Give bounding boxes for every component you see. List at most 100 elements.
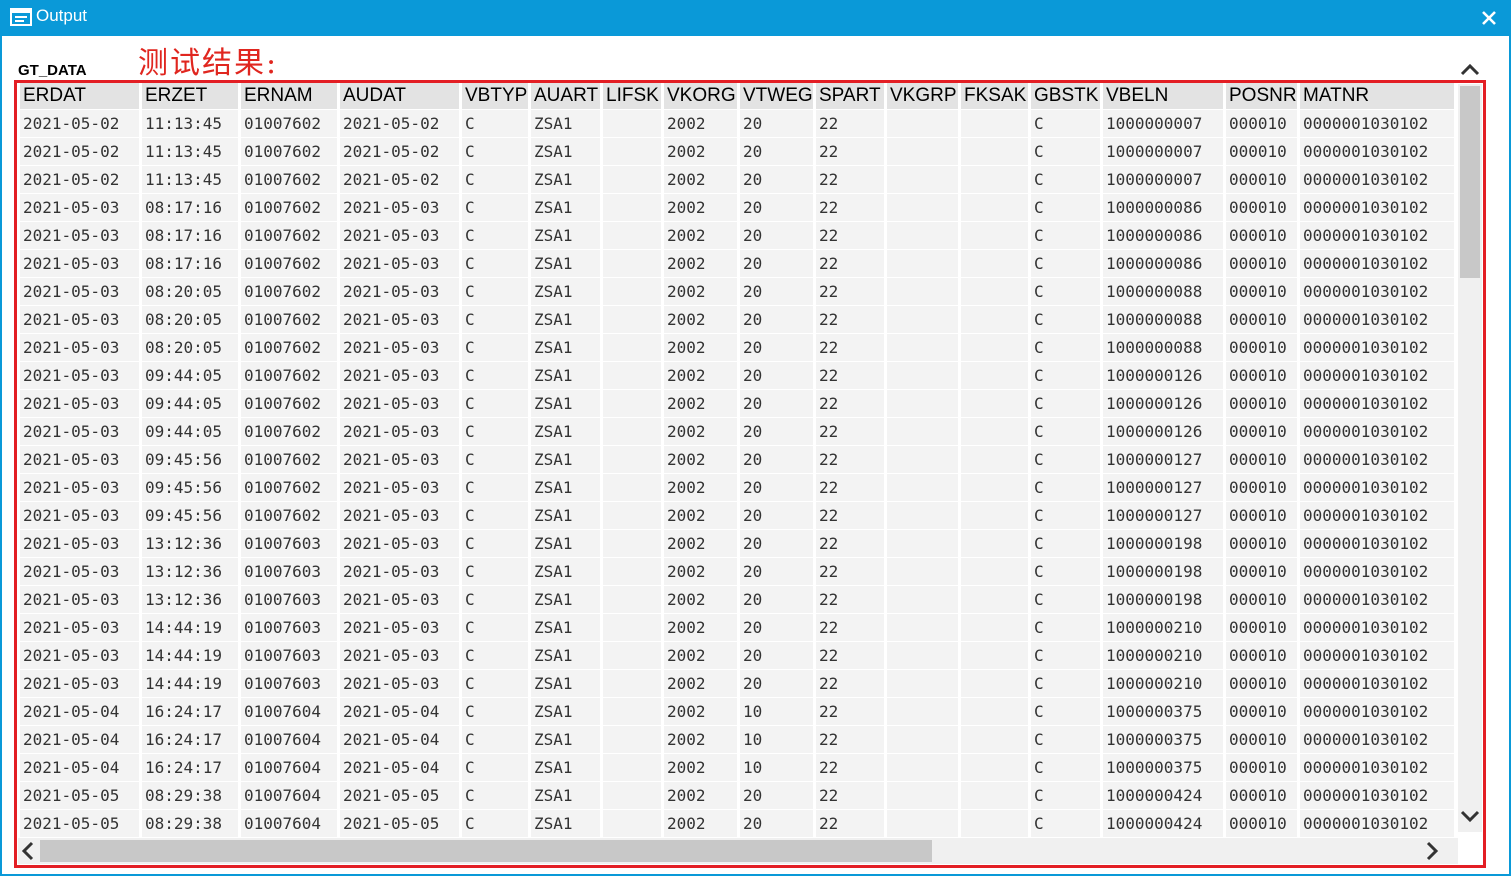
cell-erdat[interactable]: 2021-05-03 (20, 249, 142, 277)
cell-vtweg[interactable]: 20 (740, 445, 816, 473)
cell-posnr[interactable]: 000010 (1226, 305, 1300, 333)
column-header-posnr[interactable]: POSNR (1226, 82, 1300, 109)
cell-gbstk[interactable]: C (1031, 557, 1103, 585)
cell-posnr[interactable]: 000010 (1226, 753, 1300, 781)
cell-audat[interactable]: 2021-05-02 (340, 137, 462, 165)
cell-ernam[interactable]: 01007602 (241, 305, 340, 333)
cell-vbeln[interactable]: 1000000007 (1103, 109, 1226, 137)
cell-audat[interactable]: 2021-05-05 (340, 809, 462, 837)
column-header-ernam[interactable]: ERNAM (241, 82, 340, 109)
cell-matnr[interactable]: 0000001030102 (1300, 585, 1457, 613)
cell-vtweg[interactable]: 10 (740, 697, 816, 725)
cell-spart[interactable]: 22 (816, 725, 887, 753)
cell-vbtyp[interactable]: C (462, 389, 531, 417)
table-row[interactable]: 2021-05-03 08:20:05 01007602 2021-05-03 C ZSA… (20, 277, 1457, 305)
scroll-thumb[interactable] (1460, 86, 1480, 278)
cell-fksak[interactable] (961, 417, 1031, 445)
cell-vbeln[interactable]: 1000000424 (1103, 809, 1226, 837)
cell-vtweg[interactable]: 20 (740, 305, 816, 333)
cell-ernam[interactable]: 01007603 (241, 557, 340, 585)
cell-matnr[interactable]: 0000001030102 (1300, 361, 1457, 389)
cell-fksak[interactable] (961, 725, 1031, 753)
cell-auart[interactable]: ZSA1 (531, 137, 603, 165)
cell-vbtyp[interactable]: C (462, 753, 531, 781)
cell-ernam[interactable]: 01007602 (241, 361, 340, 389)
cell-vkgrp[interactable] (887, 361, 961, 389)
cell-vkgrp[interactable] (887, 585, 961, 613)
cell-auart[interactable]: ZSA1 (531, 641, 603, 669)
cell-gbstk[interactable]: C (1031, 613, 1103, 641)
cell-fksak[interactable] (961, 137, 1031, 165)
cell-fksak[interactable] (961, 697, 1031, 725)
cell-matnr[interactable]: 0000001030102 (1300, 333, 1457, 361)
cell-vbtyp[interactable]: C (462, 697, 531, 725)
cell-posnr[interactable]: 000010 (1226, 249, 1300, 277)
cell-vkgrp[interactable] (887, 697, 961, 725)
cell-auart[interactable]: ZSA1 (531, 165, 603, 193)
table-row[interactable]: 2021-05-02 11:13:45 01007602 2021-05-02 C ZSA… (20, 165, 1457, 193)
cell-vbtyp[interactable]: C (462, 333, 531, 361)
scroll-up-button[interactable] (1458, 58, 1482, 82)
cell-vkorg[interactable]: 2002 (664, 221, 740, 249)
cell-vbtyp[interactable]: C (462, 193, 531, 221)
cell-vkgrp[interactable] (887, 137, 961, 165)
cell-vbtyp[interactable]: C (462, 473, 531, 501)
cell-lifsk[interactable] (603, 249, 664, 277)
cell-audat[interactable]: 2021-05-03 (340, 249, 462, 277)
cell-vbeln[interactable]: 1000000210 (1103, 613, 1226, 641)
cell-posnr[interactable]: 000010 (1226, 361, 1300, 389)
cell-fksak[interactable] (961, 669, 1031, 697)
cell-erzet[interactable]: 08:17:16 (142, 193, 241, 221)
cell-posnr[interactable]: 000010 (1226, 137, 1300, 165)
cell-lifsk[interactable] (603, 221, 664, 249)
cell-erzet[interactable]: 14:44:19 (142, 669, 241, 697)
cell-erzet[interactable]: 08:20:05 (142, 333, 241, 361)
cell-vkgrp[interactable] (887, 193, 961, 221)
cell-auart[interactable]: ZSA1 (531, 249, 603, 277)
cell-gbstk[interactable]: C (1031, 361, 1103, 389)
column-header-vbtyp[interactable]: VBTYP (462, 82, 531, 109)
cell-vtweg[interactable]: 20 (740, 557, 816, 585)
cell-vkorg[interactable]: 2002 (664, 109, 740, 137)
cell-erzet[interactable]: 09:44:05 (142, 417, 241, 445)
cell-vtweg[interactable]: 20 (740, 277, 816, 305)
cell-vkorg[interactable]: 2002 (664, 613, 740, 641)
cell-auart[interactable]: ZSA1 (531, 445, 603, 473)
cell-vkgrp[interactable] (887, 613, 961, 641)
cell-vkgrp[interactable] (887, 641, 961, 669)
cell-vkgrp[interactable] (887, 109, 961, 137)
cell-ernam[interactable]: 01007602 (241, 501, 340, 529)
cell-lifsk[interactable] (603, 809, 664, 837)
cell-vkorg[interactable]: 2002 (664, 193, 740, 221)
table-row[interactable]: 2021-05-05 08:29:38 01007604 2021-05-05 C ZSA… (20, 781, 1457, 809)
cell-gbstk[interactable]: C (1031, 333, 1103, 361)
cell-vbtyp[interactable]: C (462, 221, 531, 249)
cell-fksak[interactable] (961, 641, 1031, 669)
cell-erdat[interactable]: 2021-05-03 (20, 501, 142, 529)
cell-erzet[interactable]: 16:24:17 (142, 753, 241, 781)
cell-gbstk[interactable]: C (1031, 221, 1103, 249)
cell-vkgrp[interactable] (887, 417, 961, 445)
cell-erzet[interactable]: 11:13:45 (142, 165, 241, 193)
cell-erdat[interactable]: 2021-05-03 (20, 613, 142, 641)
cell-vkgrp[interactable] (887, 557, 961, 585)
cell-vbeln[interactable]: 1000000375 (1103, 725, 1226, 753)
cell-vbtyp[interactable]: C (462, 165, 531, 193)
cell-posnr[interactable]: 000010 (1226, 669, 1300, 697)
cell-posnr[interactable]: 000010 (1226, 613, 1300, 641)
table-row[interactable]: 2021-05-03 09:45:56 01007602 2021-05-03 C ZSA… (20, 473, 1457, 501)
column-header-gbstk[interactable]: GBSTK (1031, 82, 1103, 109)
cell-vbeln[interactable]: 1000000375 (1103, 753, 1226, 781)
cell-audat[interactable]: 2021-05-03 (340, 193, 462, 221)
cell-posnr[interactable]: 000010 (1226, 809, 1300, 837)
cell-audat[interactable]: 2021-05-03 (340, 501, 462, 529)
cell-ernam[interactable]: 01007602 (241, 109, 340, 137)
cell-vbeln[interactable]: 1000000086 (1103, 193, 1226, 221)
cell-gbstk[interactable]: C (1031, 417, 1103, 445)
cell-auart[interactable]: ZSA1 (531, 305, 603, 333)
cell-erzet[interactable]: 08:17:16 (142, 221, 241, 249)
cell-matnr[interactable]: 0000001030102 (1300, 697, 1457, 725)
cell-vkorg[interactable]: 2002 (664, 361, 740, 389)
cell-gbstk[interactable]: C (1031, 389, 1103, 417)
cell-erdat[interactable]: 2021-05-03 (20, 529, 142, 557)
